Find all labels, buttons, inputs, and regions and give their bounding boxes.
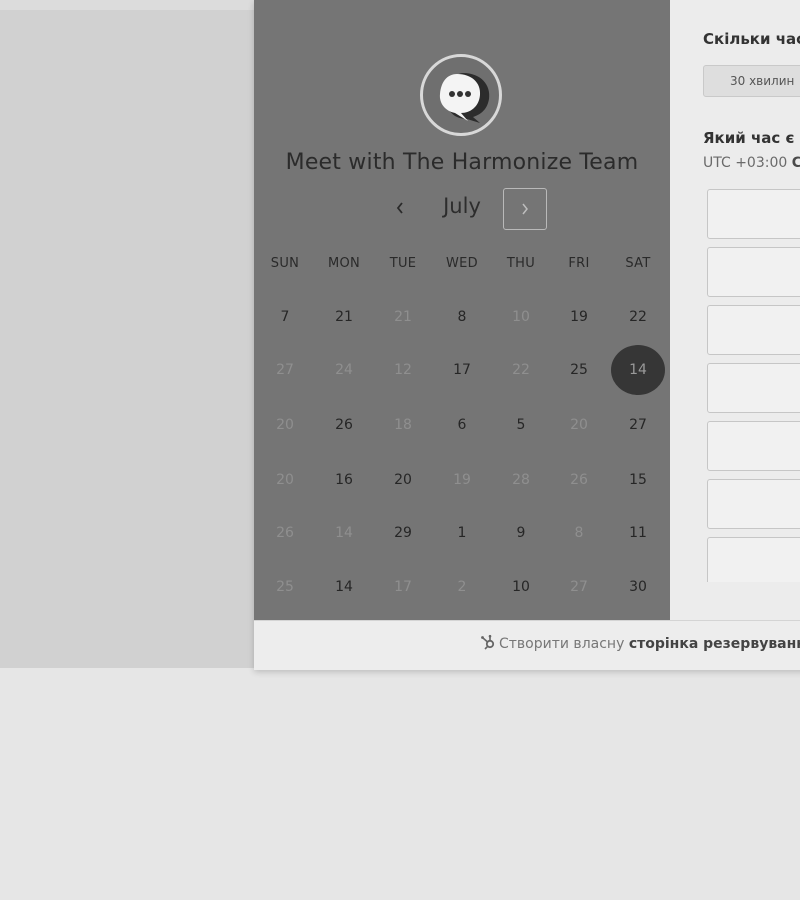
calendar-day[interactable]: 26 — [324, 405, 364, 445]
calendar-day: 20 — [276, 417, 294, 433]
calendar-day[interactable]: 27 — [618, 405, 658, 445]
calendar-day[interactable]: 16 — [324, 460, 364, 500]
weekday-wed: WED — [446, 256, 478, 271]
calendar-day[interactable]: 11 — [618, 513, 658, 553]
time-slot-button[interactable] — [707, 247, 800, 297]
weekday-thu: THU — [506, 256, 536, 271]
time-slot-button[interactable] — [707, 537, 800, 582]
timezone-offset: UTC +03:00 — [703, 155, 788, 171]
current-month-label: July — [443, 194, 481, 218]
footer-text-bold: сторінка резервування зу — [628, 636, 800, 652]
calendar-day: 10 — [512, 309, 530, 325]
calendar-day[interactable]: 20 — [383, 460, 423, 500]
calendar-day: 2 — [457, 579, 467, 595]
chevron-left-icon — [396, 202, 403, 214]
calendar-day[interactable]: 6 — [442, 405, 482, 445]
calendar-day[interactable]: 22 — [618, 297, 658, 337]
team-avatar — [420, 54, 502, 136]
weekday-sun: SUN — [270, 256, 300, 271]
calendar-day: 20 — [276, 472, 294, 488]
weekday-header-row: SUN MON TUE WED THU FRI SAT — [254, 256, 670, 274]
calendar-day: 24 — [335, 362, 353, 378]
calendar-day: 17 — [394, 579, 412, 595]
calendar-day-grid: 7 21 21 8 10 19 22 27 24 12 17 22 25 14 20 26 18 6 5 20 27 20… — [254, 290, 670, 610]
calendar-day-selected[interactable]: 14 — [611, 345, 665, 395]
footer-text-plain: Створити власну — [499, 636, 625, 652]
time-slot-button[interactable] — [707, 363, 800, 413]
calendar-day[interactable]: 10 — [501, 567, 541, 607]
time-slot-button[interactable] — [707, 189, 800, 239]
next-month-button[interactable] — [503, 188, 547, 230]
calendar-day: 12 — [394, 362, 412, 378]
chat-bubble-icon — [439, 73, 490, 123]
timezone-name: С — [791, 155, 800, 171]
time-slot-button[interactable] — [707, 305, 800, 355]
calendar-day[interactable]: 15 — [618, 460, 658, 500]
calendar-day[interactable]: 30 — [618, 567, 658, 607]
hubspot-sprocket-icon — [480, 634, 496, 654]
calendar-day: 19 — [453, 472, 471, 488]
prev-month-button[interactable] — [382, 190, 418, 226]
calendar-day[interactable]: 21 — [324, 297, 364, 337]
create-booking-page-link[interactable]: Створити власну сторінка резервування зу — [480, 634, 800, 654]
calendar-day[interactable]: 17 — [442, 350, 482, 390]
calendar-day: 14 — [335, 525, 353, 541]
calendar-day: 22 — [512, 362, 530, 378]
calendar-day[interactable]: 7 — [265, 297, 305, 337]
calendar-day: 20 — [570, 417, 588, 433]
calendar-day[interactable]: 29 — [383, 513, 423, 553]
weekday-fri: FRI — [568, 256, 590, 271]
calendar-day: 27 — [276, 362, 294, 378]
calendar-day: 26 — [276, 525, 294, 541]
duration-question: Скільки час — [703, 30, 800, 48]
booking-panel: Скільки час 30 хвилин Який час є н UTC +… — [670, 0, 800, 620]
calendar-day: 25 — [276, 579, 294, 595]
duration-option-button[interactable]: 30 хвилин — [703, 65, 800, 97]
time-slot-button[interactable] — [707, 421, 800, 471]
team-title: Meet with The Harmonize Team — [285, 150, 639, 175]
calendar-day: 28 — [512, 472, 530, 488]
calendar-day: 21 — [394, 309, 412, 325]
calendar-day[interactable]: 19 — [559, 297, 599, 337]
time-slot-list — [707, 189, 800, 582]
time-slot-button[interactable] — [707, 479, 800, 529]
calendar-day[interactable]: 8 — [442, 297, 482, 337]
calendar-day[interactable]: 9 — [501, 513, 541, 553]
time-question: Який час є н — [703, 129, 800, 147]
calendar-day[interactable]: 1 — [442, 513, 482, 553]
timezone-label: UTC +03:00 С — [703, 155, 800, 171]
weekday-mon: MON — [327, 256, 361, 271]
month-navigation: July — [254, 188, 670, 230]
calendar-day[interactable]: 25 — [559, 350, 599, 390]
weekday-sat: SAT — [625, 256, 651, 271]
calendar-day: 18 — [394, 417, 412, 433]
calendar-day: 26 — [570, 472, 588, 488]
calendar-day[interactable]: 14 — [324, 567, 364, 607]
calendar-day: 27 — [570, 579, 588, 595]
calendar-day[interactable]: 5 — [501, 405, 541, 445]
calendar-day: 8 — [574, 525, 584, 541]
meetings-card: Meet with The Harmonize Team July SUN MON… — [254, 0, 800, 670]
footer-bar: Створити власну сторінка резервування зу — [254, 620, 800, 670]
chevron-right-icon — [522, 203, 528, 215]
calendar-panel: Meet with The Harmonize Team July SUN MON… — [254, 0, 670, 620]
weekday-tue: TUE — [389, 256, 417, 271]
